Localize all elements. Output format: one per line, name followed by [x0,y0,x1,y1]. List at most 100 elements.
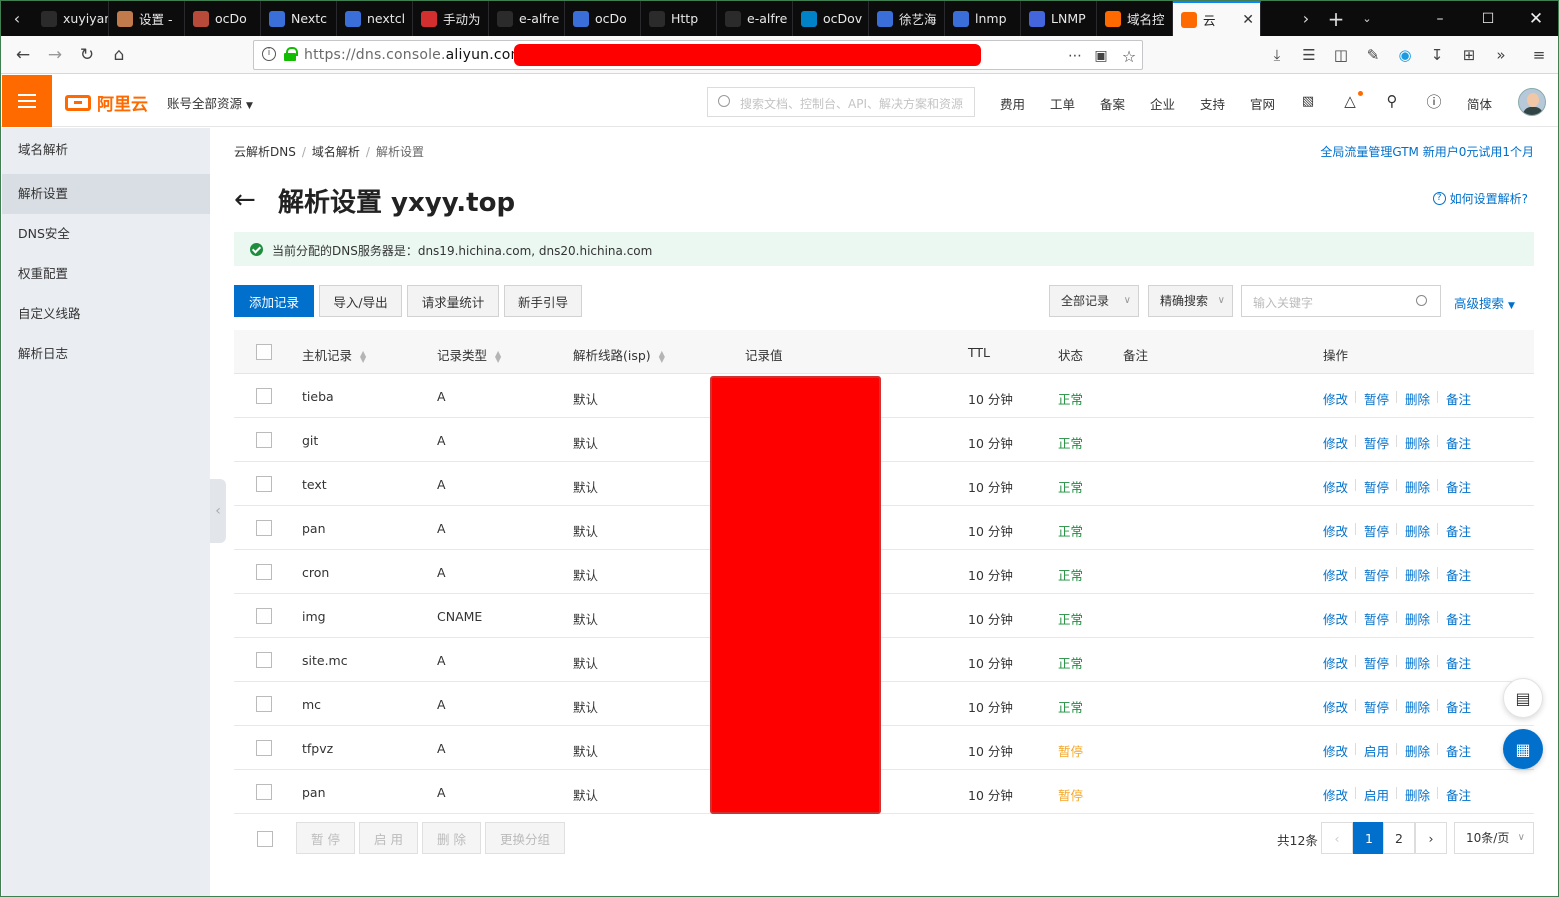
how-to-configure-link[interactable]: ? 如何设置解析? [1432,190,1528,207]
browser-tab[interactable]: e-alfre [489,1,565,36]
back-arrow-icon[interactable]: ← [234,185,256,215]
edit-link[interactable]: 修改 [1323,697,1348,716]
edit-link[interactable]: 修改 [1323,477,1348,496]
browser-tab[interactable]: ocDov [793,1,869,36]
maximize-icon[interactable]: ☐ [1464,1,1512,36]
column-header-line[interactable]: 解析线路(isp) ▲ ▼ [573,345,665,364]
sidebar-item-weight-config[interactable]: 权重配置 [2,254,210,294]
delete-link[interactable]: 删除 [1405,565,1430,584]
toggle-status-link[interactable]: 暂停 [1364,433,1389,452]
row-checkbox[interactable] [256,652,272,668]
sidebar-toggle-icon[interactable]: ◫ [1331,45,1351,65]
import-export-button[interactable]: 导入/导出 [319,285,402,317]
browser-tab[interactable]: lnmp [945,1,1021,36]
browser-tab[interactable]: nextcl [337,1,413,36]
close-tab-icon[interactable]: ✕ [1242,12,1254,28]
toggle-status-link[interactable]: 暂停 [1364,389,1389,408]
nav-enterprise[interactable]: 企业 [1150,94,1175,113]
keyword-search-input[interactable]: 输入关键字 [1241,285,1441,317]
browser-tab[interactable]: Http [641,1,717,36]
note-link[interactable]: 备注 [1446,741,1471,760]
browser-tab[interactable]: ocDo [185,1,261,36]
bulk-change-group-button[interactable]: 更换分组 [485,822,565,854]
edit-link[interactable]: 修改 [1323,653,1348,672]
note-link[interactable]: 备注 [1446,609,1471,628]
browser-tab[interactable]: 域名控 [1097,1,1173,36]
site-info-icon[interactable]: i [262,47,276,61]
next-page-icon[interactable]: › [1415,822,1447,854]
note-link[interactable]: 备注 [1446,521,1471,540]
download-icon[interactable]: ⤓ [1267,45,1287,65]
select-all-checkbox[interactable] [256,344,272,360]
delete-link[interactable]: 删除 [1405,741,1430,760]
row-checkbox[interactable] [256,608,272,624]
sort-icon[interactable]: ▲ ▼ [495,349,501,363]
toggle-status-link[interactable]: 暂停 [1364,565,1389,584]
apps-float-button[interactable]: ▦ [1503,729,1543,769]
advanced-search-toggle[interactable]: 高级搜索 ▼ [1454,293,1515,312]
sort-icon[interactable]: ▲ ▼ [659,349,665,363]
edit-link[interactable]: 修改 [1323,389,1348,408]
browser-tab[interactable]: Nextc [261,1,337,36]
note-link[interactable]: 备注 [1446,389,1471,408]
overflow-icon[interactable]: » [1491,45,1511,65]
sidebar-item-resolution-log[interactable]: 解析日志 [2,334,210,374]
reload-icon[interactable]: ↻ [73,41,101,69]
delete-link[interactable]: 删除 [1405,389,1430,408]
edit-link[interactable]: 修改 [1323,785,1348,804]
note-link[interactable]: 备注 [1446,697,1471,716]
back-icon[interactable]: ← [9,41,37,69]
row-checkbox[interactable] [256,388,272,404]
search-mode-select[interactable]: 精确搜索 ∨ [1148,285,1233,317]
footer-select-all-checkbox[interactable] [257,831,273,847]
add-record-button[interactable]: 添加记录 [234,285,314,317]
nav-official-site[interactable]: 官网 [1250,94,1275,113]
global-search-input[interactable]: 搜索文档、控制台、API、解决方案和资源 [707,87,975,117]
note-link[interactable]: 备注 [1446,477,1471,496]
pocket-icon[interactable]: ▣ [1092,47,1110,65]
language-switch[interactable]: 简体 [1467,94,1492,113]
tab-list-icon[interactable]: ⌄ [1353,12,1381,25]
delete-link[interactable]: 删除 [1405,433,1430,452]
request-stats-button[interactable]: 请求量统计 [407,285,499,317]
avatar[interactable] [1518,88,1546,116]
search-icon[interactable] [1416,295,1427,306]
extension-pen-icon[interactable]: ✎ [1363,45,1383,65]
note-link[interactable]: 备注 [1446,433,1471,452]
edit-link[interactable]: 修改 [1323,609,1348,628]
note-link[interactable]: 备注 [1446,565,1471,584]
browser-tab[interactable]: xuyiyang [33,1,109,36]
row-checkbox[interactable] [256,696,272,712]
beginner-guide-button[interactable]: 新手引导 [504,285,582,317]
breadcrumb-domain-resolution[interactable]: 域名解析 [312,145,360,159]
menu-icon[interactable]: ≡ [1529,45,1549,65]
minimize-icon[interactable]: – [1416,1,1464,36]
delete-link[interactable]: 删除 [1405,653,1430,672]
delete-link[interactable]: 删除 [1405,477,1430,496]
bell-icon[interactable]: △ [1340,91,1360,111]
toggle-status-link[interactable]: 暂停 [1364,609,1389,628]
terminal-icon[interactable]: ▧ [1298,91,1318,111]
toggle-status-link[interactable]: 启用 [1364,785,1389,804]
delete-link[interactable]: 删除 [1405,697,1430,716]
browser-tab[interactable]: e-alfre [717,1,793,36]
browser-tab[interactable]: LNMP [1021,1,1097,36]
browser-tab[interactable]: 徐艺海 [869,1,945,36]
bulk-pause-button[interactable]: 暂 停 [296,822,355,854]
edit-link[interactable]: 修改 [1323,521,1348,540]
row-checkbox[interactable] [256,476,272,492]
close-window-icon[interactable]: ✕ [1512,1,1558,36]
nav-ticket[interactable]: 工单 [1050,94,1075,113]
sidebar-item-resolution-settings[interactable]: 解析设置 [2,174,210,214]
extension-shield-icon[interactable]: ◉ [1395,45,1415,65]
nav-support[interactable]: 支持 [1200,94,1225,113]
column-header-type[interactable]: 记录类型 ▲ ▼ [437,345,501,364]
page-1[interactable]: 1 [1353,822,1385,854]
browser-tab-active[interactable]: 云 ✕ [1173,1,1261,36]
row-checkbox[interactable] [256,740,272,756]
column-header-host[interactable]: 主机记录 ▲ ▼ [302,345,366,364]
record-filter-select[interactable]: 全部记录 ∨ [1049,285,1139,317]
delete-link[interactable]: 删除 [1405,521,1430,540]
help-icon[interactable]: ⓘ [1424,91,1444,111]
note-link[interactable]: 备注 [1446,785,1471,804]
